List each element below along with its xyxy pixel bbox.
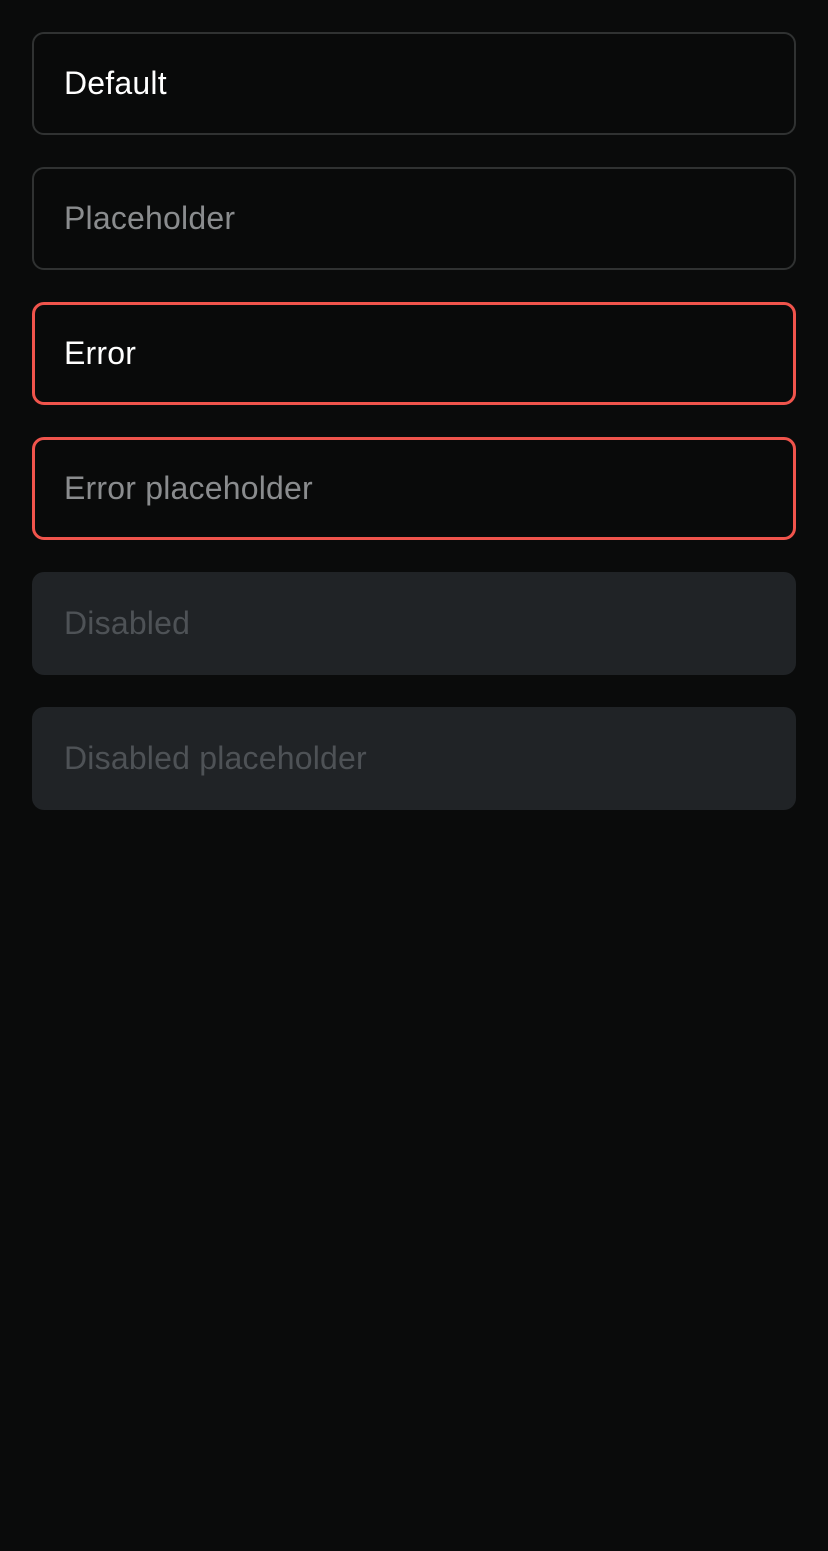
input-states-list: Default Placeholder Error Error placehol… bbox=[32, 32, 796, 842]
default-input[interactable]: Default bbox=[32, 32, 796, 135]
disabled-placeholder-input-placeholder: Disabled placeholder bbox=[64, 740, 367, 776]
error-input[interactable]: Error bbox=[32, 302, 796, 405]
error-placeholder-input[interactable]: Error placeholder bbox=[32, 437, 796, 540]
error-placeholder-input-placeholder: Error placeholder bbox=[64, 470, 313, 506]
disabled-input: Disabled bbox=[32, 572, 796, 675]
default-input-value: Default bbox=[64, 65, 167, 101]
disabled-input-value: Disabled bbox=[64, 605, 191, 641]
disabled-placeholder-input: Disabled placeholder bbox=[32, 707, 796, 810]
placeholder-input-placeholder: Placeholder bbox=[64, 200, 236, 236]
placeholder-input[interactable]: Placeholder bbox=[32, 167, 796, 270]
error-input-value: Error bbox=[64, 335, 137, 371]
